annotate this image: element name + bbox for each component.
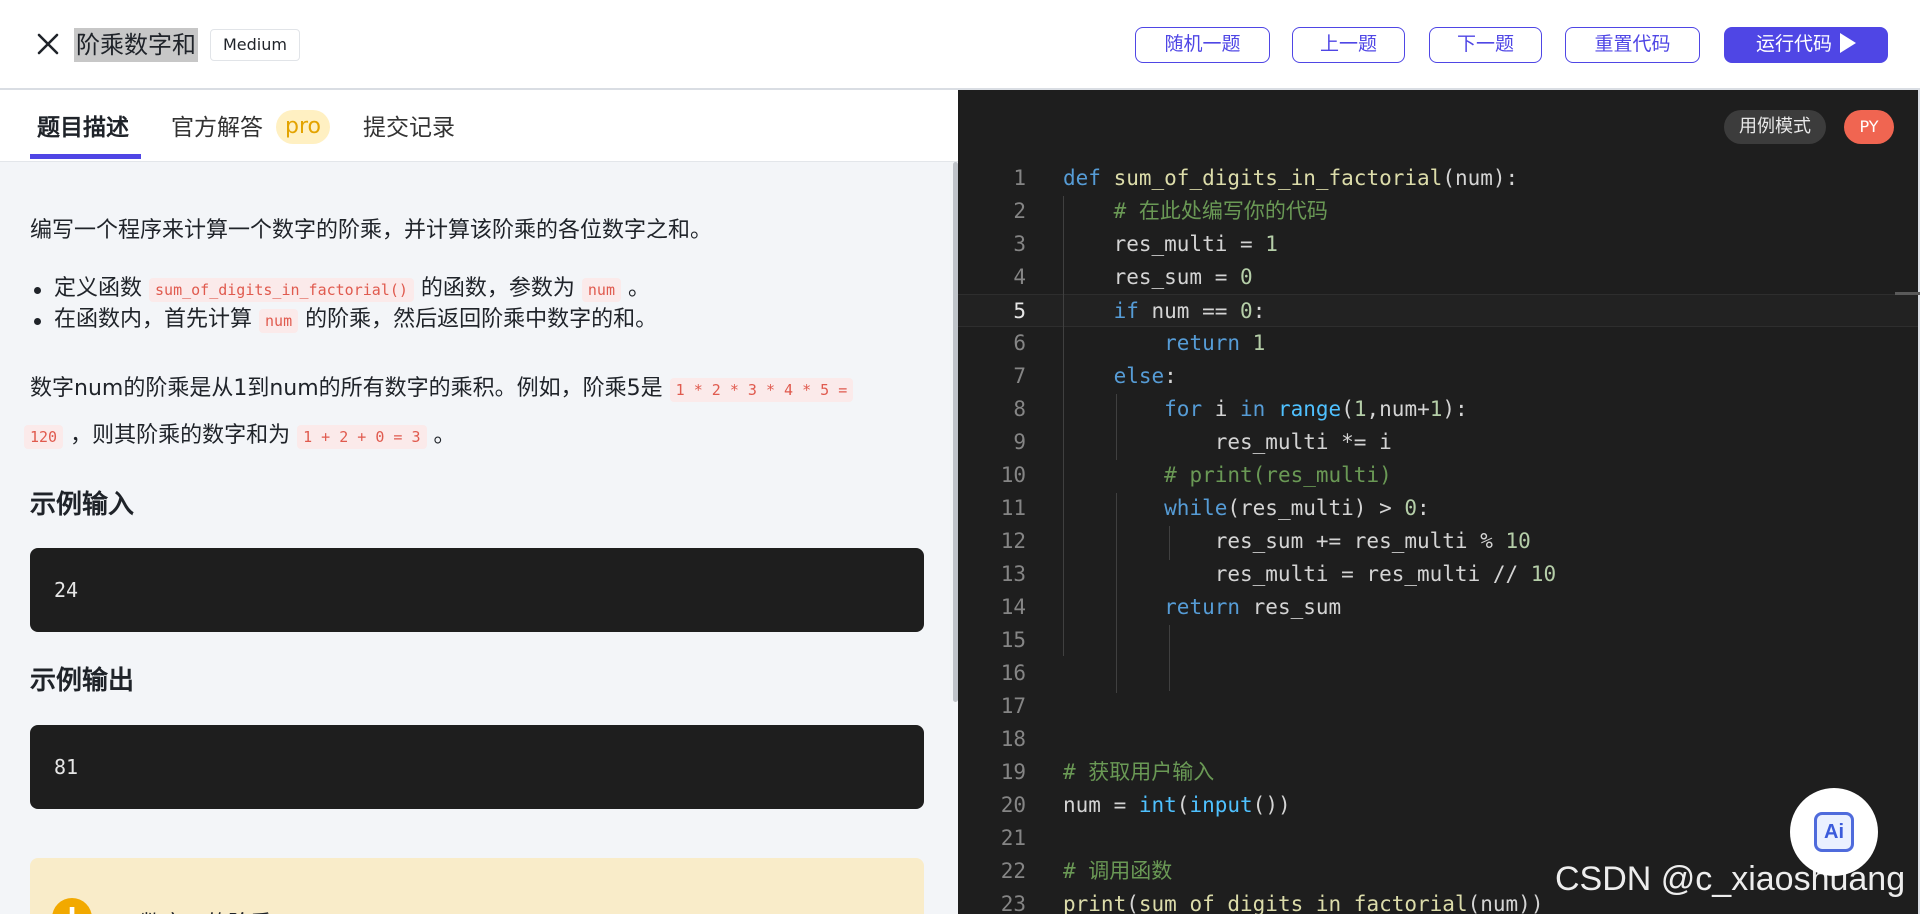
bullet-text: 。 [628,276,651,301]
code-line-current: 5 if num == 0: [958,294,1920,327]
code-line: 12 res_sum += res_multi % 10 [1000,529,1531,553]
indent-guide [1169,526,1170,560]
sample-input-title: 示例输入 [30,490,135,520]
code-line: 2 # 在此处编写你的代码 [1013,199,1328,223]
sample-output-box: 81 [30,725,924,809]
bullet-text: 在函数内，首先计算 [54,307,253,332]
ai-icon: Ai [1814,812,1854,852]
code-line: 13 res_multi = res_multi // 10 [1000,562,1557,586]
inline-code: 120 [24,425,64,449]
list-item: 定义函数 sum_of_digits_in_factorial() 的函数，参数… [30,274,925,305]
code-line: 19 # 获取用户输入 [1000,760,1215,784]
reset-code-button[interactable]: 重置代码 [1565,27,1700,63]
code-line: 21 [1000,826,1026,850]
code-line: 4 res_sum = 0 [1013,265,1253,289]
hint-icon: ! [52,898,92,914]
editor-toolbar: 用例模式 PY [958,90,1920,162]
code-line: 18 [1000,727,1026,751]
tab-solution[interactable]: 官方解答 [171,112,263,144]
inline-code: num [581,278,621,302]
example-text: 。 [433,423,456,448]
indent-guide [1063,196,1064,656]
indent-guide [1116,493,1117,693]
play-icon [1840,33,1856,53]
code-area[interactable]: 1 def sum_of_digits_in_factorial(num): 2 … [958,162,1920,914]
code-line: 15 [1000,628,1026,652]
watermark: CSDN @c_xiaoshuang [1555,860,1906,898]
difficulty-badge: Medium [210,29,300,61]
code-line: 16 [1000,661,1026,685]
top-header: 阶乘数字和 Medium 随机一题 上一题 下一题 重置代码 运行代码 [0,0,1920,90]
indent-guide [1169,625,1170,691]
code-line: 20 num = int(input()) [1000,793,1291,817]
sample-output-title: 示例输出 [30,666,135,696]
bullet-text: 的函数，参数为 [420,276,575,301]
code-line: 17 [1000,694,1026,718]
code-line: 9 res_multi *= i [1013,430,1392,454]
code-editor[interactable]: 用例模式 PY 1 def sum_of_digits_in_factorial(… [958,90,1920,914]
inline-code: sum_of_digits_in_factorial() [149,278,414,302]
tab-description[interactable]: 题目描述 [37,112,129,144]
random-problem-button[interactable]: 随机一题 [1135,27,1270,63]
tab-submissions[interactable]: 提交记录 [363,112,455,144]
bullet-text: 的阶乘，然后返回阶乘中数字的和。 [305,307,658,332]
code-line: 3 res_multi = 1 [1013,232,1278,256]
hint-text: 数字…的阶乘… [140,906,294,914]
indent-guide [1116,394,1117,460]
requirements-list: 定义函数 sum_of_digits_in_factorial() 的函数，参数… [30,274,925,336]
run-code-label: 运行代码 [1755,33,1832,55]
testcase-mode-button[interactable]: 用例模式 [1724,110,1826,144]
sample-input-box: 24 [30,548,924,632]
example-text: ，则其阶乘的数字和为 [70,423,291,448]
code-line: 10 # print(res_multi) [1000,463,1392,487]
inline-code: 1 * 2 * 3 * 4 * 5 = [669,378,854,402]
next-problem-button[interactable]: 下一题 [1429,27,1542,63]
code-line: 1 def sum_of_digits_in_factorial(num): [1013,166,1519,190]
code-line: 11 while(res_multi) > 0: [1000,496,1430,520]
inline-code: 1 + 2 + 0 = 3 [297,425,427,449]
problem-title: 阶乘数字和 [74,28,198,62]
problem-tabs: 题目描述 官方解答 pro 提交记录 [0,90,958,162]
code-line: 6 return 1 [1013,331,1266,355]
language-badge[interactable]: PY [1844,110,1894,144]
prev-problem-button[interactable]: 上一题 [1292,27,1405,63]
editor-scroll-marker [1895,292,1920,295]
close-icon[interactable] [32,28,64,60]
run-code-button[interactable]: 运行代码 [1724,27,1888,63]
code-line: 7 else: [1013,364,1177,388]
problem-intro: 编写一个程序来计算一个数字的阶乘，并计算该阶乘的各位数字之和。 [30,218,713,243]
code-line: 14 return res_sum [1000,595,1342,619]
inline-code: num [259,309,299,333]
pro-badge: pro [276,110,330,144]
problem-example: 数字num的阶乘是从1到num的所有数字的乘积。例如，阶乘5是 1 * 2 * … [24,366,925,460]
hint-box[interactable]: ! 数字…的阶乘… [30,858,924,914]
code-line: 8 for i in range(1,num+1): [1013,397,1468,421]
active-tab-indicator [30,154,141,159]
problem-panel: 题目描述 官方解答 pro 提交记录 编写一个程序来计算一个数字的阶乘，并计算该… [0,90,958,914]
bullet-text: 定义函数 [54,276,143,301]
example-text: 数字num的阶乘是从1到num的所有数字的乘积。例如，阶乘5是 [30,376,663,401]
list-item: 在函数内，首先计算 num 的阶乘，然后返回阶乘中数字的和。 [30,305,925,336]
